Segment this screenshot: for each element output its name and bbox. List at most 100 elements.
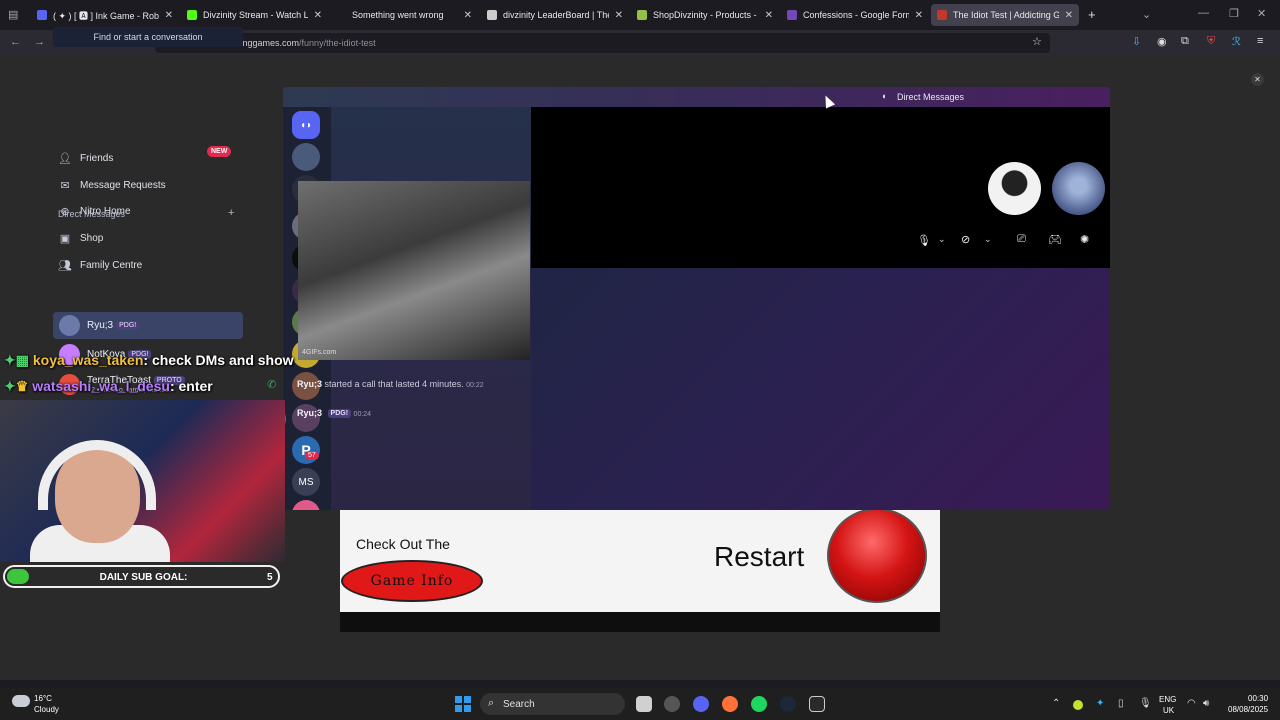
tab-close-icon[interactable]: ✕ — [165, 10, 173, 21]
account-icon[interactable]: ◉ — [1157, 35, 1167, 48]
tab-title: ( ✦ ) [ 🅰 ] Ink Game - Roblox — [53, 10, 159, 21]
tab-close-icon[interactable]: ✕ — [314, 10, 322, 21]
tab-close-icon[interactable]: ✕ — [464, 10, 472, 21]
tab-close-icon[interactable]: ✕ — [1065, 10, 1073, 21]
task-view-icon[interactable] — [636, 696, 652, 712]
tab-title: Confessions - Google Forms — [803, 10, 909, 20]
browser-tab[interactable]: ShopDivzinity - Products - Shop ✕ — [631, 4, 779, 26]
taskbar-search-label: Search — [503, 699, 535, 710]
guild-ms[interactable]: MS — [292, 468, 320, 496]
minimize-icon[interactable]: — — [1198, 7, 1209, 19]
discord-home-icon[interactable]: ◖◗ — [292, 111, 320, 139]
guild-icon[interactable] — [292, 500, 320, 510]
taskbar-search[interactable] — [480, 693, 625, 715]
discord-taskbar-icon[interactable] — [693, 696, 709, 712]
game-footer — [340, 612, 940, 632]
volume-icon[interactable]: 🔊︎ — [1203, 698, 1209, 709]
copilot-icon[interactable] — [664, 696, 680, 712]
clock-time[interactable]: 00:30 — [1248, 694, 1268, 703]
tab-close-icon[interactable]: ✕ — [915, 10, 923, 21]
webcam-feed — [0, 400, 285, 562]
nav-family-centre[interactable]: 👥︎ Family Centre — [58, 256, 142, 274]
guild-icon[interactable] — [292, 143, 320, 171]
tray-chevron-up-icon[interactable]: ⌃ — [1052, 698, 1060, 709]
download-icon[interactable]: ⇩ — [1132, 35, 1141, 48]
tray-app-icon[interactable] — [1073, 700, 1083, 710]
nav-shop[interactable]: ▣ Shop — [58, 229, 104, 247]
steam-icon[interactable] — [780, 696, 796, 712]
tab-favicon-icon — [937, 10, 947, 20]
browser-tab[interactable]: The Idiot Test | Addicting Game ✕ — [931, 4, 1079, 26]
tray-app-icon[interactable]: ✦ — [1096, 698, 1104, 709]
bookmark-star-icon[interactable]: ☆ — [1032, 35, 1042, 48]
tab-title: divzinity LeaderBoard | The bes — [503, 10, 609, 20]
new-tab-icon[interactable]: + — [1088, 7, 1096, 22]
chat-badge-icon: ✦▦ — [4, 352, 29, 368]
check-out-text: Check Out The — [356, 536, 450, 552]
browser-tab[interactable]: Divzinity Stream - Watch Live o ✕ — [181, 4, 328, 26]
chevron-down-icon[interactable]: ⌄ — [1142, 8, 1151, 21]
find-conversation-input[interactable]: Find or start a conversation — [53, 27, 243, 47]
restart-label[interactable]: Restart — [714, 541, 804, 573]
nav-friends[interactable]: 👤︎ Friends — [58, 149, 113, 167]
phone-icon: ✆ — [267, 379, 277, 391]
call-avatar-2[interactable] — [1052, 162, 1105, 215]
tab-close-icon[interactable]: ✕ — [615, 10, 623, 21]
family-icon: 👥︎ — [58, 259, 72, 272]
weather-desc[interactable]: Cloudy — [34, 705, 59, 714]
back-icon[interactable]: ← — [10, 36, 21, 48]
activity-icon[interactable]: 🎮︎ — [1048, 233, 1062, 246]
translate-icon[interactable]: ℛ — [1232, 35, 1241, 48]
tab-title: Something went wrong — [352, 10, 444, 20]
chevron-down-icon[interactable]: ⌄ — [984, 234, 992, 245]
extensions-icon[interactable]: ⧉ — [1181, 35, 1189, 48]
browser-tab[interactable]: Confessions - Google Forms ✕ — [781, 4, 929, 26]
wifi-icon[interactable]: ◠ — [1187, 698, 1196, 709]
tab-close-icon[interactable]: ✕ — [765, 10, 773, 21]
tab-title: ShopDivzinity - Products - Shop — [653, 10, 759, 20]
menu-icon[interactable]: ≡ — [1257, 35, 1263, 47]
language-indicator[interactable]: ENG — [1159, 695, 1176, 704]
forward-icon[interactable]: → — [34, 36, 45, 48]
sub-goal-value: 5 — [267, 572, 273, 583]
epic-games-icon[interactable] — [809, 696, 825, 712]
tab-list-icon[interactable]: ▤ — [8, 8, 18, 21]
tray-usb-icon[interactable]: ▯ — [1118, 698, 1124, 709]
windows-start-icon[interactable] — [455, 696, 471, 712]
keyboard-layout[interactable]: UK — [1163, 706, 1174, 715]
dm-item[interactable]: Ryu;3 PDG! — [53, 312, 243, 339]
maximize-icon[interactable]: ❐ — [1229, 7, 1239, 20]
discord-title-bar[interactable]: ◖ Direct Messages — [283, 87, 1110, 107]
dm-name-text: Ryu;3 — [87, 320, 114, 331]
clock-date[interactable]: 08/08/2025 — [1228, 705, 1268, 714]
tab-favicon-icon — [637, 10, 647, 20]
browser-tab[interactable]: ( ✦ ) [ 🅰 ] Ink Game - Roblox ✕ — [31, 4, 179, 26]
restart-button[interactable] — [827, 508, 927, 603]
tray-mic-icon[interactable]: 🎙︎ — [1139, 698, 1152, 709]
nav-message-requests[interactable]: ✉ Message Requests — [58, 176, 165, 194]
tab-title: Divzinity Stream - Watch Live o — [203, 10, 308, 20]
game-info-button[interactable]: Game Info — [341, 560, 483, 602]
screen-share-icon[interactable]: ⎚ — [1017, 233, 1026, 246]
headphones-icon — [38, 440, 156, 510]
cloud-icon[interactable] — [12, 695, 30, 707]
weather-temp[interactable]: 16°C — [34, 694, 52, 703]
spotify-icon[interactable] — [751, 696, 767, 712]
chevron-down-icon[interactable]: ⌄ — [938, 234, 946, 245]
browser-tab[interactable]: Something went wrong ✕ — [330, 4, 478, 26]
mail-icon: ✉ — [60, 179, 70, 192]
camera-off-icon[interactable]: ⊘ — [961, 233, 970, 246]
ublock-icon[interactable]: ⛨ — [1207, 35, 1215, 48]
search-icon: ⌕ — [488, 697, 495, 709]
close-overlay-icon[interactable]: ✕ — [1251, 73, 1264, 86]
tab-favicon-icon — [487, 10, 497, 20]
soundboard-icon[interactable]: ✺ — [1080, 233, 1089, 246]
browser-tab[interactable]: divzinity LeaderBoard | The bes ✕ — [481, 4, 629, 26]
guild-badge: 57 — [305, 451, 319, 460]
create-dm-icon[interactable]: + — [228, 207, 234, 219]
mic-icon[interactable]: 🎙︎ — [917, 234, 931, 247]
call-avatar-1[interactable] — [988, 162, 1041, 215]
firefox-icon[interactable] — [722, 696, 738, 712]
close-window-icon[interactable]: ✕ — [1257, 7, 1266, 20]
gif-image[interactable] — [298, 181, 530, 360]
